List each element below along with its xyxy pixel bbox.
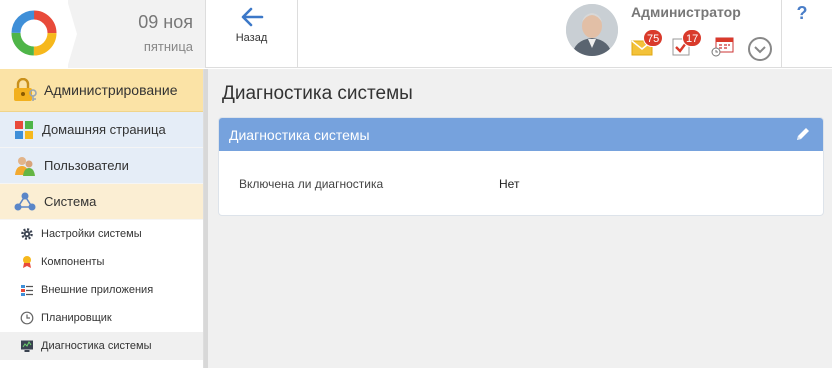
chevron-down-icon bbox=[754, 46, 766, 54]
home-tiles-icon bbox=[15, 120, 33, 139]
sidebar-subitem-system-settings[interactable]: Настройки системы bbox=[0, 220, 203, 248]
system-label: Система bbox=[44, 194, 97, 209]
tasks-badge: 17 bbox=[682, 29, 703, 47]
monitor-icon bbox=[21, 340, 33, 352]
diagnostics-enabled-label: Включена ли диагностика bbox=[239, 177, 384, 191]
sidebar-item-home[interactable]: Домашняя страница bbox=[0, 112, 203, 148]
arrow-left-icon bbox=[241, 7, 263, 27]
diagnostics-enabled-value: Нет bbox=[499, 177, 520, 191]
date-weekday: пятница bbox=[143, 39, 193, 54]
home-label: Домашняя страница bbox=[42, 122, 166, 137]
panel-header: Диагностика системы bbox=[219, 118, 823, 151]
components-medal-icon bbox=[23, 256, 31, 268]
sidebar-item-system[interactable]: Система bbox=[0, 184, 203, 220]
sidebar-subitem-components[interactable]: Компоненты bbox=[0, 248, 203, 276]
components-label: Компоненты bbox=[41, 256, 105, 268]
back-label: Назад bbox=[235, 32, 268, 44]
pencil-icon bbox=[797, 128, 809, 140]
expand-menu-button[interactable] bbox=[748, 37, 772, 61]
sidebar-item-users[interactable]: Пользователи bbox=[0, 148, 203, 184]
sidebar-subitem-scheduler[interactable]: Планировщик bbox=[0, 304, 203, 332]
diagnostics-label: Диагностика системы bbox=[41, 340, 152, 352]
sidebar-subitem-diagnostics[interactable]: Диагностика системы bbox=[0, 332, 203, 360]
panel-title: Диагностика системы bbox=[229, 126, 370, 143]
tasks-button[interactable]: 17 bbox=[670, 29, 703, 58]
lock-key-icon bbox=[14, 78, 37, 101]
gear-icon bbox=[21, 228, 33, 240]
messages-button[interactable]: 75 bbox=[631, 29, 664, 58]
external-apps-icon bbox=[21, 285, 33, 296]
diagnostics-enabled-row: Включена ли диагностика Нет bbox=[239, 177, 799, 193]
external-apps-label: Внешние приложения bbox=[41, 284, 154, 296]
user-avatar[interactable] bbox=[566, 4, 618, 56]
messages-badge: 75 bbox=[643, 29, 664, 47]
calendar-clock-icon bbox=[711, 37, 734, 57]
date-display: 09 ноя пятница bbox=[67, 0, 206, 68]
page-title: Диагностика системы bbox=[222, 83, 413, 104]
diagnostics-panel: Диагностика системы Включена ли диагност… bbox=[218, 117, 824, 216]
calendar-button[interactable] bbox=[711, 34, 737, 58]
users-label: Пользователи bbox=[44, 158, 129, 173]
users-icon bbox=[15, 156, 35, 176]
user-name[interactable]: Администратор bbox=[631, 4, 741, 20]
main-content: Диагностика системы Диагностика системы … bbox=[208, 69, 832, 368]
sidebar-subitem-external-apps[interactable]: Внешние приложения bbox=[0, 276, 203, 304]
logo-ring-icon bbox=[11, 10, 57, 56]
sidebar: Администрирование Домашняя страница Поль… bbox=[0, 69, 204, 368]
user-photo bbox=[566, 4, 618, 56]
back-button[interactable]: Назад bbox=[206, 0, 298, 68]
system-nodes-icon bbox=[14, 192, 36, 210]
sidebar-item-administration[interactable]: Администрирование bbox=[0, 69, 203, 112]
help-button[interactable]: ? bbox=[782, 0, 822, 30]
system-settings-label: Настройки системы bbox=[41, 228, 142, 240]
app-logo[interactable] bbox=[0, 0, 68, 68]
administration-label: Администрирование bbox=[44, 82, 178, 98]
clock-icon bbox=[20, 311, 34, 325]
top-header: 09 ноя пятница Назад Администратор 75 17 bbox=[0, 0, 832, 68]
date-day: 09 ноя bbox=[138, 12, 193, 32]
edit-button[interactable] bbox=[795, 126, 811, 145]
scheduler-label: Планировщик bbox=[41, 312, 112, 324]
